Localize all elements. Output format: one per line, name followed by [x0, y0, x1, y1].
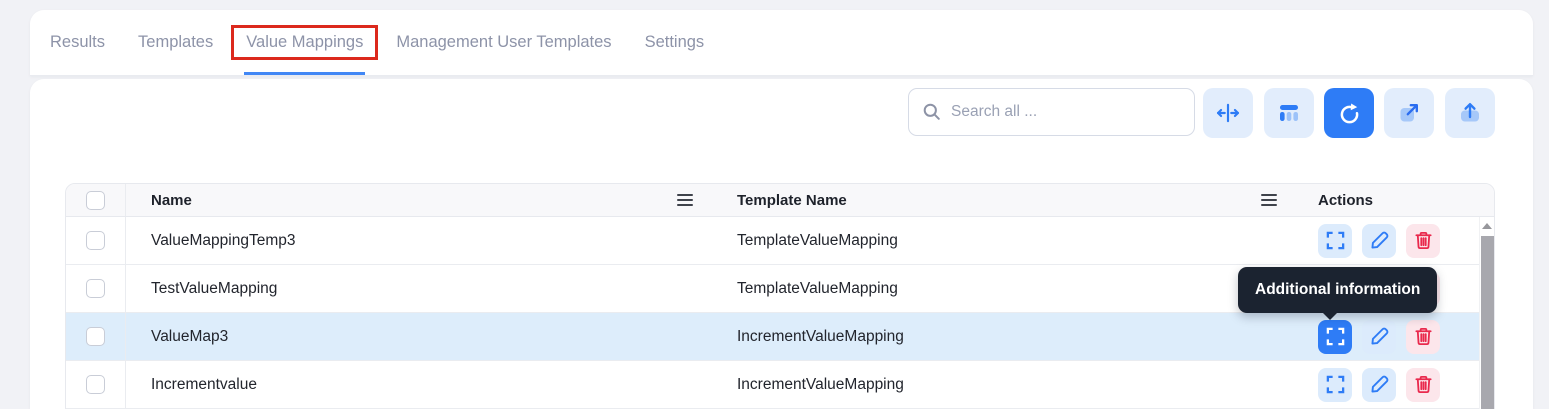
- upload-icon: [1458, 101, 1482, 125]
- choose-columns-button[interactable]: [1264, 88, 1314, 138]
- column-menu-icon[interactable]: [1261, 194, 1277, 206]
- cell-template-name: TemplateValueMapping: [737, 279, 898, 297]
- pencil-icon: [1369, 374, 1390, 395]
- expand-icon: [1325, 326, 1346, 347]
- pencil-icon: [1369, 230, 1390, 251]
- open-in-new-button[interactable]: [1384, 88, 1434, 138]
- row-checkbox[interactable]: [86, 327, 105, 346]
- tooltip-additional-information: Additional information: [1238, 267, 1438, 320]
- edit-button[interactable]: [1362, 223, 1396, 258]
- content-card: Name Template Name Actions ValueMappingT…: [30, 79, 1533, 409]
- column-header-actions: Actions: [1318, 191, 1374, 209]
- cell-template-name: TemplateValueMapping: [737, 231, 898, 249]
- expand-icon: [1325, 230, 1346, 251]
- additional-information-button[interactable]: [1318, 223, 1352, 258]
- edit-button[interactable]: [1362, 367, 1396, 402]
- tab-templates-label: Templates: [138, 33, 214, 51]
- row-checkbox[interactable]: [86, 231, 105, 250]
- scroll-up-icon[interactable]: [1482, 223, 1492, 229]
- refresh-button[interactable]: [1324, 88, 1374, 138]
- column-menu-icon[interactable]: [677, 194, 693, 206]
- row-checkbox[interactable]: [86, 279, 105, 298]
- tab-templates[interactable]: Templates: [138, 10, 213, 75]
- tab-value-mappings[interactable]: Value Mappings: [231, 10, 379, 75]
- cell-template-name: IncrementValueMapping: [737, 327, 904, 345]
- tab-settings[interactable]: Settings: [645, 10, 705, 75]
- table-scrollbar[interactable]: [1479, 217, 1494, 409]
- edit-button[interactable]: [1362, 319, 1396, 354]
- table-row[interactable]: ValueMappingTemp3 TemplateValueMapping: [66, 217, 1494, 265]
- annotation-highlight-box: Value Mappings: [231, 25, 379, 60]
- pencil-icon: [1369, 326, 1390, 347]
- tab-list: Results Templates Value Mappings Managem…: [30, 10, 1533, 75]
- table-row[interactable]: Incrementvalue IncrementValueMapping: [66, 361, 1494, 409]
- search-box: [908, 88, 1195, 136]
- refresh-icon: [1337, 101, 1362, 126]
- table-header-row: Name Template Name Actions: [66, 184, 1494, 217]
- delete-button[interactable]: [1406, 367, 1440, 402]
- tab-results[interactable]: Results: [50, 10, 105, 75]
- cell-name: TestValueMapping: [151, 279, 278, 297]
- scrollbar-thumb[interactable]: [1481, 236, 1494, 409]
- table-row-selected[interactable]: ValueMap3 IncrementValueMapping: [66, 313, 1494, 361]
- fit-columns-button[interactable]: [1203, 88, 1253, 138]
- cell-name: ValueMappingTemp3: [151, 231, 296, 249]
- external-link-icon: [1397, 101, 1421, 125]
- tab-results-label: Results: [50, 33, 106, 51]
- delete-button[interactable]: [1406, 223, 1440, 258]
- trash-icon: [1413, 374, 1434, 395]
- columns-icon: [1277, 101, 1301, 125]
- tab-management-user-templates-label: Management User Templates: [396, 33, 612, 51]
- expand-icon: [1325, 374, 1346, 395]
- additional-information-button[interactable]: [1318, 367, 1352, 402]
- header-checkbox-cell: [66, 184, 126, 216]
- delete-button[interactable]: [1406, 319, 1440, 354]
- cell-name: Incrementvalue: [151, 375, 257, 393]
- tooltip-text: Additional information: [1255, 281, 1421, 298]
- tab-settings-label: Settings: [644, 33, 705, 51]
- search-icon: [922, 102, 942, 122]
- export-button[interactable]: [1445, 88, 1495, 138]
- tab-management-user-templates[interactable]: Management User Templates: [396, 10, 611, 75]
- arrows-left-right-icon: [1215, 100, 1241, 126]
- select-all-checkbox[interactable]: [86, 190, 105, 210]
- column-header-name: Name: [151, 191, 192, 209]
- search-input[interactable]: [951, 103, 1181, 121]
- cell-name: ValueMap3: [151, 327, 229, 345]
- cell-template-name: IncrementValueMapping: [737, 375, 904, 393]
- trash-icon: [1413, 230, 1434, 251]
- row-checkbox[interactable]: [86, 375, 105, 394]
- tab-bar-card: Results Templates Value Mappings Managem…: [30, 10, 1533, 76]
- column-header-template-name: Template Name: [737, 191, 847, 209]
- trash-icon: [1413, 326, 1434, 347]
